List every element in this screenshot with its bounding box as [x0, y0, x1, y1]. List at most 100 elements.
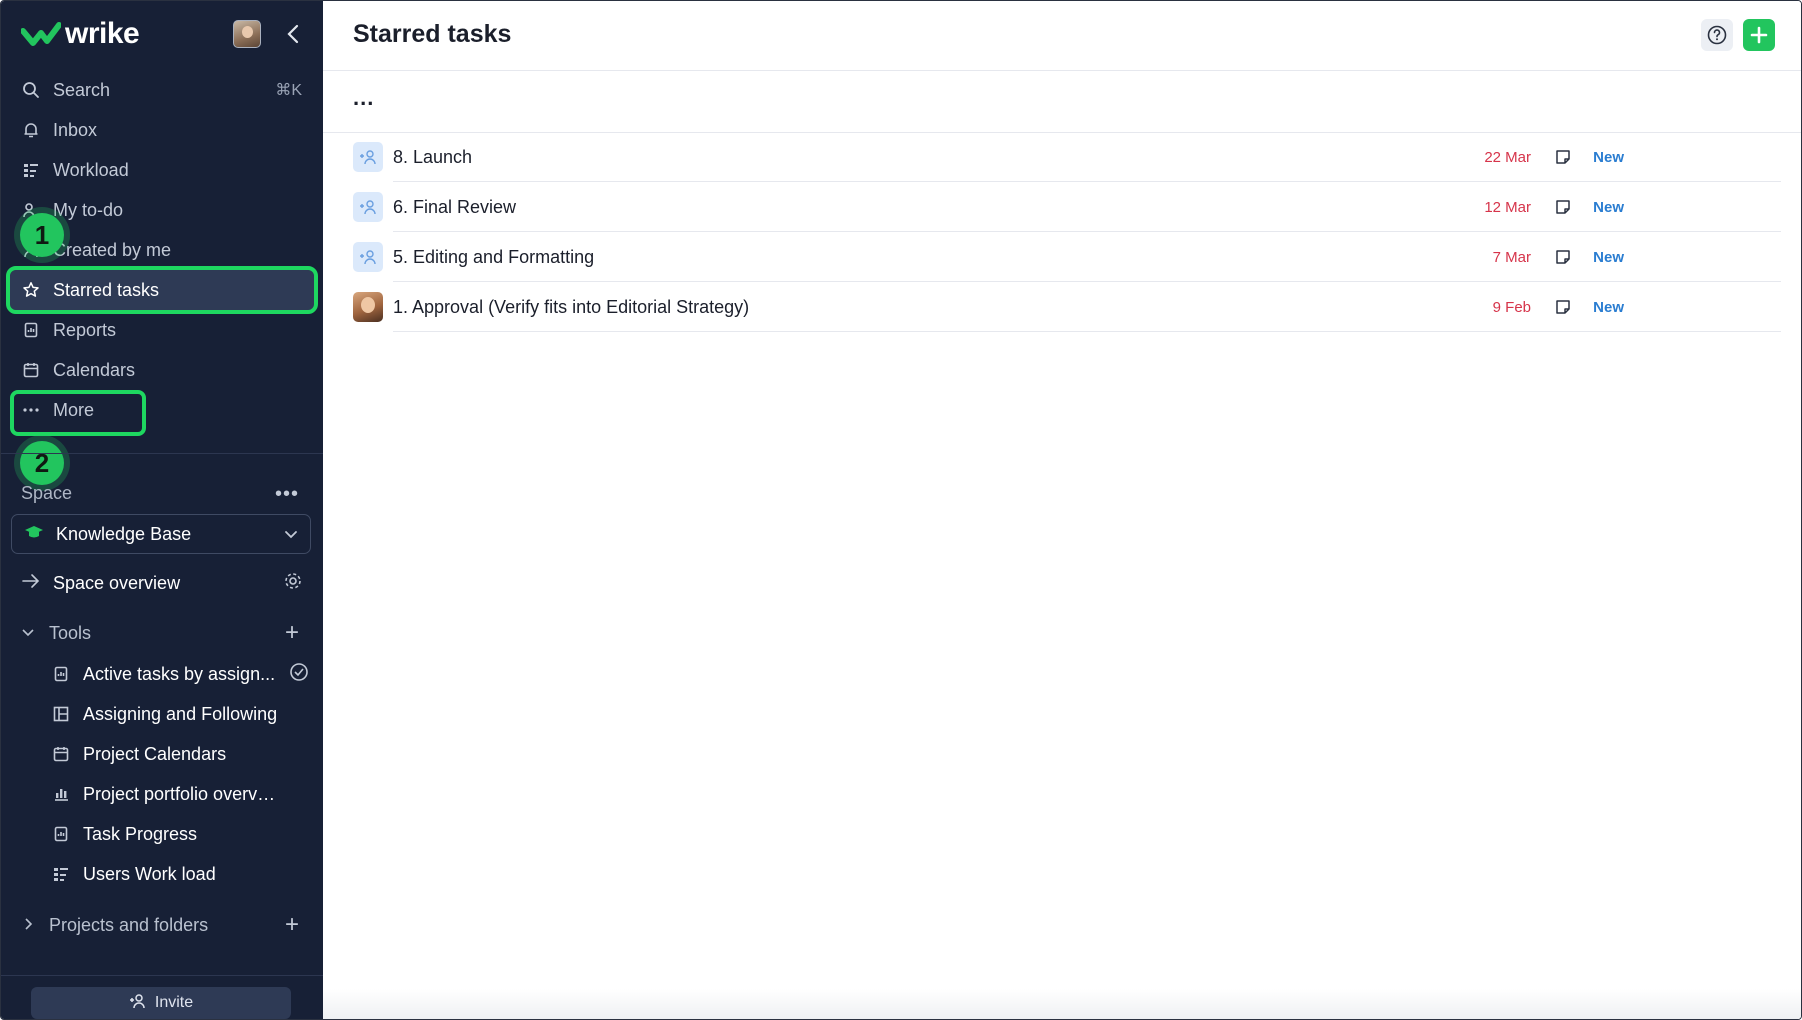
note-icon[interactable] [1554, 198, 1572, 216]
collapse-sidebar-button[interactable] [281, 22, 305, 46]
status-badge[interactable]: New [1593, 249, 1624, 266]
help-button[interactable] [1701, 19, 1733, 51]
sidebar: wrike Search ⌘K Inbox Workload My to-do … [1, 1, 323, 1019]
add-assignee-icon[interactable] [353, 192, 383, 222]
add-user-icon [129, 993, 147, 1014]
nav-my-todo-label: My to-do [53, 199, 124, 220]
user-avatar[interactable] [233, 20, 261, 48]
table-row[interactable]: 1. Approval (Verify fits into Editorial … [353, 282, 1781, 332]
nav-reports-label: Reports [53, 319, 117, 340]
nav-reports[interactable]: Reports [10, 310, 314, 350]
table-row[interactable]: 6. Final Review 12 Mar New [353, 182, 1781, 232]
table-row[interactable]: 8. Launch 22 Mar New [353, 132, 1781, 182]
tools-section-header[interactable]: Tools + [11, 613, 313, 653]
step-badge-2: 2 [20, 441, 64, 485]
tool-label: Task Progress [83, 823, 198, 844]
calendar-icon [21, 360, 41, 380]
nav-starred-tasks-label: Starred tasks [53, 279, 160, 300]
plus-icon [1750, 26, 1768, 44]
tool-item[interactable]: Assigning and Following [41, 694, 313, 734]
header-divider [323, 70, 1801, 71]
bell-icon [21, 120, 41, 140]
tool-label: Project portfolio overview [83, 783, 279, 804]
chevron-down-icon [21, 623, 35, 644]
add-button[interactable] [1743, 19, 1775, 51]
graduation-cap-icon [24, 524, 44, 545]
nav-inbox[interactable]: Inbox [10, 110, 314, 150]
more-highlight-box [10, 390, 146, 436]
task-date[interactable]: 9 Feb [1493, 299, 1531, 316]
nav-search-label: Search [53, 79, 111, 100]
add-tool-button[interactable]: + [285, 621, 299, 645]
status-badge[interactable]: New [1593, 299, 1624, 316]
search-icon [21, 80, 41, 100]
space-overview-item[interactable]: Space overview [11, 563, 313, 603]
tool-item[interactable]: Project portfolio overview [41, 774, 313, 814]
status-badge[interactable]: New [1593, 199, 1624, 216]
add-assignee-icon[interactable] [353, 142, 383, 172]
more-actions-button[interactable]: ... [353, 85, 374, 111]
star-icon [21, 280, 41, 300]
nav-starred-tasks[interactable]: Starred tasks [6, 266, 318, 314]
space-label: Space [21, 483, 73, 503]
report-icon [51, 664, 71, 684]
sidebar-bottom-divider [1, 975, 323, 976]
task-title[interactable]: 5. Editing and Formatting [393, 247, 594, 268]
sidebar-divider [1, 453, 323, 454]
task-date[interactable]: 12 Mar [1484, 199, 1531, 216]
bottom-shade [323, 989, 1801, 1019]
nav-calendars[interactable]: Calendars [10, 350, 314, 390]
assignee-avatar[interactable] [353, 292, 383, 322]
workload-icon [21, 160, 41, 180]
check-circle-icon [289, 662, 309, 687]
task-title[interactable]: 6. Final Review [393, 197, 516, 218]
step-badge-1: 1 [20, 213, 64, 257]
note-icon[interactable] [1554, 298, 1572, 316]
tool-label: Users Work load [83, 863, 216, 884]
nav-workload[interactable]: Workload [10, 150, 314, 190]
calendar-icon [51, 744, 71, 764]
add-project-button[interactable]: + [285, 913, 299, 937]
task-list: 8. Launch 22 Mar New 6. Final Review 12 … [353, 132, 1781, 332]
app-window: wrike Search ⌘K Inbox Workload My to-do … [0, 0, 1802, 1020]
wrike-check-icon [21, 21, 61, 47]
note-icon[interactable] [1554, 248, 1572, 266]
add-assignee-icon[interactable] [353, 242, 383, 272]
space-selected-label: Knowledge Base [56, 523, 192, 544]
tools-list: Active tasks by assign... Assigning and … [41, 654, 313, 894]
tool-label: Active tasks by assign... [83, 663, 276, 684]
portfolio-icon [51, 784, 71, 804]
chevron-down-icon [284, 525, 298, 548]
tool-item[interactable]: Project Calendars [41, 734, 313, 774]
note-icon[interactable] [1554, 148, 1572, 166]
nav-calendars-label: Calendars [53, 359, 136, 380]
enter-icon [21, 571, 41, 596]
invite-button[interactable]: Invite [31, 987, 291, 1019]
table-row[interactable]: 5. Editing and Formatting 7 Mar New [353, 232, 1781, 282]
task-title[interactable]: 1. Approval (Verify fits into Editorial … [393, 297, 749, 318]
tool-item[interactable]: Users Work load [41, 854, 313, 894]
nav-workload-label: Workload [53, 159, 129, 180]
projects-label: Projects and folders [49, 914, 209, 935]
help-icon [1707, 25, 1727, 45]
nav-inbox-label: Inbox [53, 119, 98, 140]
report-icon [51, 824, 71, 844]
space-overview-label: Space overview [53, 572, 181, 593]
task-title[interactable]: 8. Launch [393, 147, 472, 168]
sidebar-header: wrike [21, 15, 305, 53]
wrike-logo[interactable]: wrike [21, 17, 140, 51]
workload-icon [51, 864, 71, 884]
space-selector[interactable]: Knowledge Base [11, 514, 311, 554]
nav-search[interactable]: Search ⌘K [10, 70, 314, 110]
tool-item[interactable]: Task Progress [41, 814, 313, 854]
task-date[interactable]: 7 Mar [1493, 249, 1531, 266]
tool-item[interactable]: Active tasks by assign... [41, 654, 313, 694]
tool-label: Project Calendars [83, 743, 227, 764]
space-options-button[interactable]: ••• [275, 483, 299, 506]
gear-icon[interactable] [283, 571, 303, 596]
status-badge[interactable]: New [1593, 149, 1624, 166]
board-icon [51, 704, 71, 724]
chevron-right-icon [21, 915, 35, 936]
task-date[interactable]: 22 Mar [1484, 149, 1531, 166]
projects-section-header[interactable]: Projects and folders + [11, 905, 313, 945]
